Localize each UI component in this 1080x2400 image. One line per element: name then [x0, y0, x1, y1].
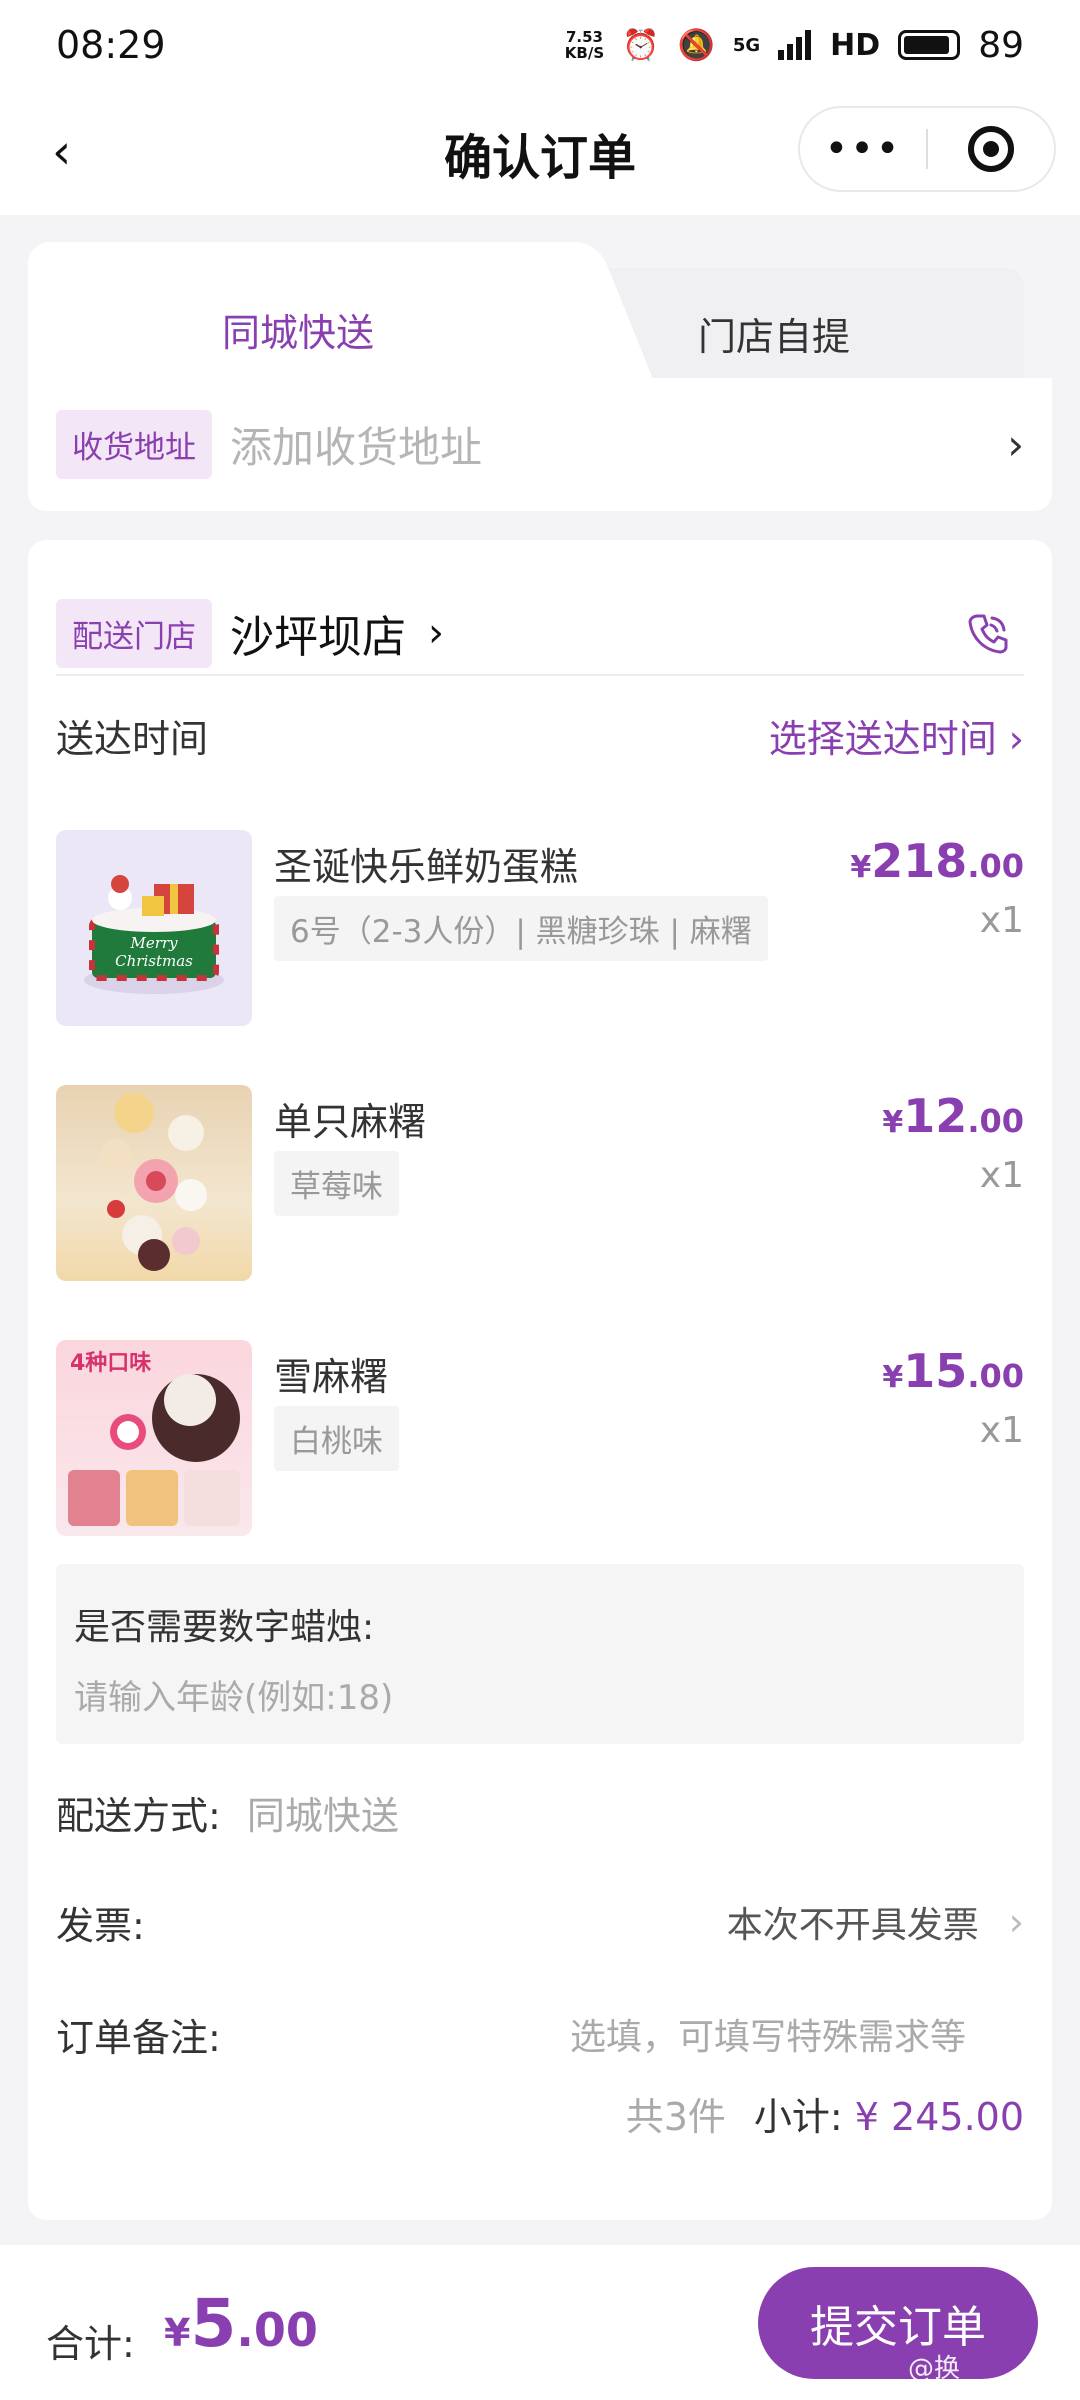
product-image-mochi — [56, 1085, 252, 1281]
store-name[interactable]: 沙坪坝店 — [230, 601, 406, 665]
address-row[interactable]: 收货地址 添加收货地址 › — [28, 378, 1052, 511]
address-tag: 收货地址 — [56, 410, 212, 479]
product-name: 圣诞快乐鲜奶蛋糕 — [274, 845, 579, 889]
cake-text-1: Merry — [129, 934, 178, 952]
status-time: 08:29 — [56, 23, 166, 67]
total-dec: .00 — [236, 2303, 318, 2357]
store-tag: 配送门店 — [56, 598, 212, 668]
product-price: ¥12.00 — [882, 1089, 1024, 1143]
net-speed: 7.53 KB/S — [565, 29, 604, 61]
price-currency: ¥ — [882, 1360, 904, 1395]
signal-icon — [778, 30, 812, 60]
total-currency: ¥ — [164, 2311, 191, 2355]
hd-label: HD — [830, 27, 881, 63]
mochi-badge-text: 4种口味 — [70, 1351, 151, 1376]
product-image-snow-mochi: 4种口味 — [56, 1340, 252, 1536]
product-price: ¥15.00 — [882, 1344, 1024, 1398]
net-speed-unit: KB/S — [564, 44, 605, 62]
chevron-right-icon: › — [1008, 1900, 1024, 1944]
product-spec: 草莓味 — [274, 1151, 399, 1216]
miniapp-capsule: ••• — [798, 106, 1056, 192]
product-item[interactable]: 4种口味 雪麻糬 白桃味 ¥15.00 x1 — [56, 1340, 1024, 1536]
tab-store-pickup[interactable]: 门店自提 — [524, 306, 1024, 361]
product-name: 雪麻糬 — [274, 1355, 389, 1399]
submit-order-button[interactable]: 提交订单 — [758, 2267, 1038, 2379]
watermark: @换 — [908, 2354, 961, 2384]
shipping-value: 同城快送 — [246, 1793, 399, 1838]
price-dec: .00 — [967, 847, 1024, 885]
select-delivery-time[interactable]: 选择送达时间 › — [769, 708, 1024, 763]
product-item[interactable]: 单只麻糬 草莓味 ¥12.00 x1 — [56, 1085, 1024, 1281]
price-int: 15 — [903, 1344, 968, 1398]
delivery-time-label: 送达时间 — [56, 716, 209, 761]
remark-input[interactable]: 选填，可填写特殊需求等 — [570, 2008, 966, 2060]
delivery-tabs: 同城快送 门店自提 — [28, 242, 1052, 392]
phone-icon[interactable] — [964, 610, 1012, 658]
cake-text-2: Christmas — [115, 952, 193, 970]
back-icon[interactable]: ‹ — [52, 124, 71, 180]
close-miniapp-icon[interactable] — [928, 126, 1054, 172]
store-row[interactable]: 配送门店 沙坪坝店 › — [56, 592, 1024, 676]
item-count: 共3件 — [625, 2095, 726, 2139]
order-card: 配送门店 沙坪坝店 › 送达时间 选择送达时间 › Merry Christma… — [28, 540, 1052, 2220]
product-item[interactable]: Merry Christmas 圣诞快乐鲜奶蛋糕 6号（2-3人份）| 黑糖珍珠… — [56, 830, 1024, 1026]
mute-icon: 🔕 — [677, 27, 715, 63]
candle-box: 是否需要数字蜡烛: 请输入年龄(例如:18) — [56, 1564, 1024, 1744]
product-spec: 6号（2-3人份）| 黑糖珍珠 | 麻糬 — [274, 896, 768, 961]
product-name: 单只麻糬 — [274, 1100, 427, 1144]
total-int: 5 — [190, 2285, 237, 2362]
product-qty: x1 — [979, 900, 1024, 941]
net-speed-value: 7.53 — [565, 28, 603, 46]
battery-icon — [898, 30, 961, 60]
price-currency: ¥ — [850, 850, 872, 885]
battery-percent: 89 — [978, 24, 1024, 66]
more-icon[interactable]: ••• — [800, 126, 926, 172]
product-spec: 白桃味 — [274, 1406, 399, 1471]
invoice-value-wrap[interactable]: 本次不开具发票 › — [727, 1896, 1024, 1948]
price-int: 218 — [871, 834, 968, 888]
delivery-time-row[interactable]: 送达时间 选择送达时间 › — [56, 700, 1024, 770]
total-label: 合计: — [46, 2322, 135, 2366]
address-placeholder[interactable]: 添加收货地址 — [230, 414, 1007, 475]
nav-bar: ‹ 确认订单 ••• — [0, 90, 1080, 215]
candle-age-input[interactable]: 请输入年龄(例如:18) — [74, 1670, 1006, 1719]
price-int: 12 — [903, 1089, 968, 1143]
total-amount: ¥5.00 — [164, 2285, 318, 2362]
status-bar: 08:29 7.53 KB/S ⏰ 🔕 5G HD 89 — [0, 0, 1080, 90]
subtotal-label: 小计: — [753, 2095, 843, 2139]
invoice-row[interactable]: 发票: 本次不开具发票 › — [56, 1892, 1024, 1952]
status-icons: 7.53 KB/S ⏰ 🔕 5G HD 89 — [565, 25, 1024, 66]
alarm-icon: ⏰ — [622, 27, 660, 63]
shipping-method-row: 配送方式: 同城快送 — [56, 1782, 1024, 1842]
price-currency: ¥ — [882, 1105, 904, 1140]
product-qty: x1 — [979, 1410, 1024, 1451]
remark-label: 订单备注: — [56, 2015, 221, 2060]
candle-question: 是否需要数字蜡烛: — [74, 1607, 375, 1648]
chevron-right-icon: › — [1007, 420, 1024, 469]
page-title: 确认订单 — [443, 129, 636, 186]
tab-same-city-delivery[interactable]: 同城快送 — [28, 302, 568, 357]
product-price: ¥218.00 — [850, 834, 1024, 888]
subtotal-amount: ¥ 245.00 — [854, 2095, 1024, 2139]
product-qty: x1 — [979, 1155, 1024, 1196]
subtotal-row: 共3件 小计: ¥ 245.00 — [626, 2086, 1024, 2141]
price-dec: .00 — [967, 1357, 1024, 1395]
chevron-right-icon: › — [428, 610, 444, 656]
shipping-label: 配送方式: — [56, 1793, 221, 1838]
price-dec: .00 — [967, 1102, 1024, 1140]
remark-row: 订单备注: 选填，可填写特殊需求等 — [56, 2004, 1024, 2064]
product-image-cake: Merry Christmas — [56, 830, 252, 1026]
signal-label: 5G — [732, 34, 761, 56]
invoice-value: 本次不开具发票 — [726, 1905, 979, 1946]
invoice-label: 发票: — [56, 1903, 145, 1948]
